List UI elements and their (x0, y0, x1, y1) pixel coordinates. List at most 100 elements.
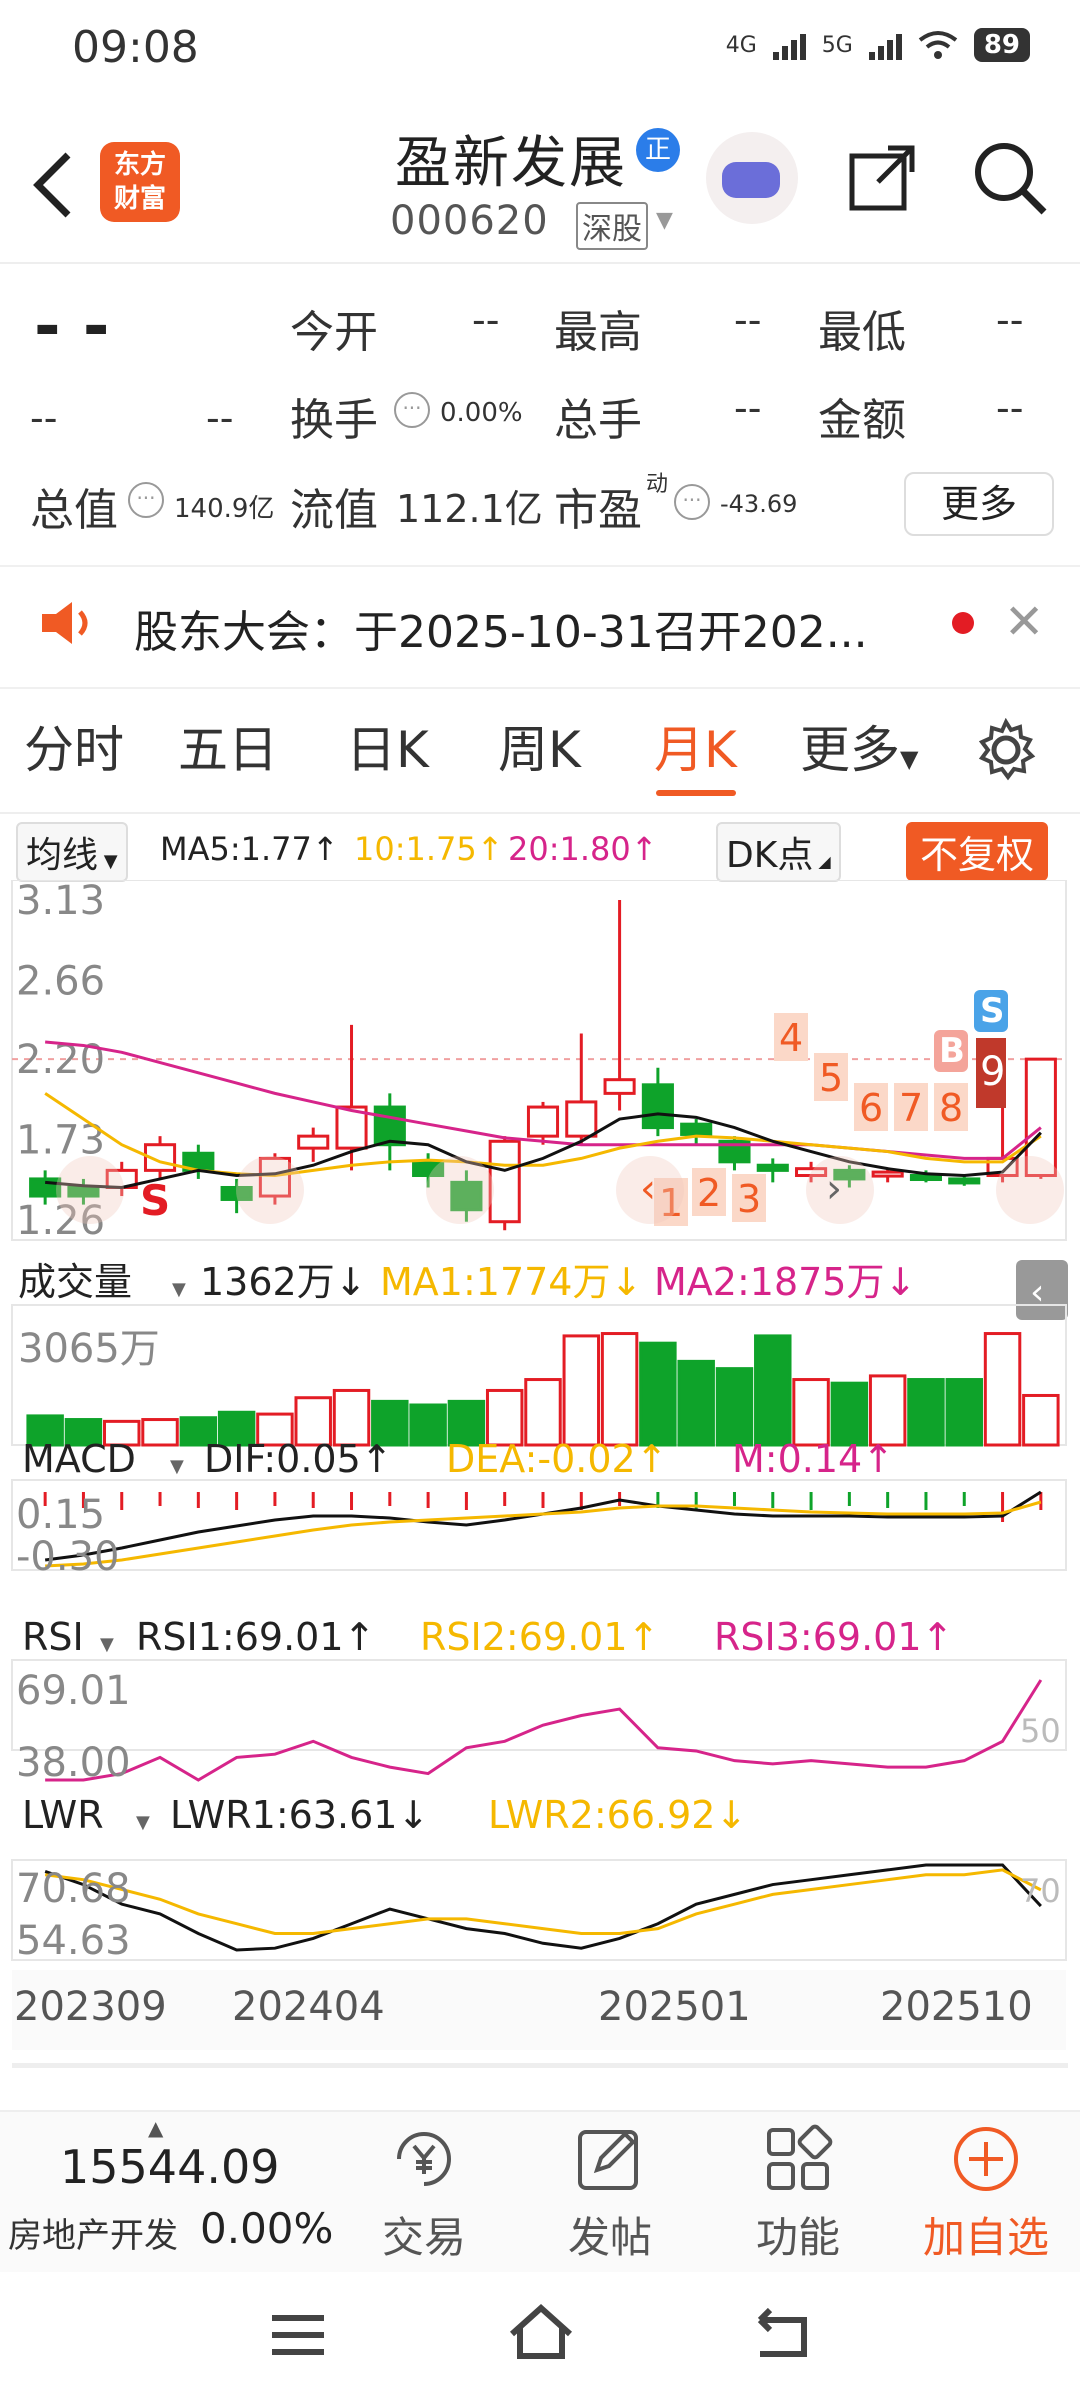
dk-point-selector[interactable]: DK点 ◢ (716, 822, 841, 882)
tab-five-day[interactable]: 五日 (178, 710, 278, 782)
td-count-label: 8 (939, 1086, 963, 1130)
settings-button[interactable] (974, 717, 1038, 782)
market-cap-label: 总值 (30, 485, 118, 536)
candle-body (948, 1177, 981, 1185)
rsi-axis-label: 69.01 (16, 1668, 131, 1714)
volume-bar (868, 1374, 907, 1447)
signal-icon (772, 30, 806, 60)
battery-level: 89 (973, 28, 1030, 62)
high-value: -- (734, 298, 762, 342)
macd-m: M:0.14↑ (732, 1437, 894, 1481)
chart-nav-circle (236, 1156, 304, 1224)
ma-selector[interactable]: 均线 ▼ (16, 822, 128, 882)
lwr2-line (44, 1868, 1042, 1936)
rsi1-value: RSI1:69.01↑ (136, 1615, 375, 1659)
float-cap-label: 流值 (290, 485, 378, 536)
volume-value: -- (734, 386, 762, 430)
tab-minute[interactable]: 分时 (24, 710, 124, 782)
td-count-label: 7 (899, 1086, 923, 1130)
search-icon (975, 143, 1047, 215)
rsi-line (45, 1679, 1043, 1782)
volume-bar (945, 1378, 983, 1447)
wifi-icon (918, 31, 958, 59)
candle-body (29, 1177, 62, 1198)
lwr-label: LWR (22, 1793, 104, 1837)
rsi2-value: RSI2:69.01↑ (420, 1615, 659, 1659)
back-arrow-icon (33, 152, 71, 218)
open-label: 今开 (290, 307, 378, 358)
back-nav-icon[interactable] (750, 2307, 814, 2366)
price-axis-label: 2.66 (16, 958, 105, 1004)
candle-body (909, 1174, 943, 1182)
speaker-icon (38, 598, 98, 652)
lwr-panel-frame (11, 1859, 1067, 1961)
nav-add-watchlist[interactable]: 加自选 (906, 2124, 1066, 2265)
low-label: 最低 (818, 307, 906, 358)
market-tag[interactable]: 深股 (576, 202, 648, 250)
macd-label: MACD (22, 1437, 136, 1481)
candle-body (641, 1083, 674, 1130)
sell-marker-s: S (140, 1176, 170, 1225)
assistant-robot-icon[interactable] (706, 132, 798, 224)
caret-down-icon: ▼ (172, 1279, 186, 1300)
network-4g: 4G (725, 32, 757, 58)
td-count-label: 2 (697, 1171, 721, 1215)
tab-weekly-k[interactable]: 周K (498, 710, 581, 782)
nav-trade[interactable]: 交易 (344, 2124, 504, 2265)
status-time: 09:08 (72, 22, 199, 73)
index-percent: 0.00% (200, 2204, 334, 2253)
turnover-value: 0.00% (440, 398, 523, 428)
lwr1-value: LWR1:63.61↓ (170, 1793, 429, 1837)
home-icon[interactable] (506, 2302, 576, 2366)
back-button[interactable] (28, 150, 78, 231)
volume-bar (792, 1378, 830, 1447)
sell-marker-s2: S (980, 991, 1005, 1031)
share-button[interactable] (848, 142, 918, 212)
rsi-panel-frame (11, 1659, 1067, 1751)
nav-function[interactable]: 功能 (718, 2124, 878, 2265)
nav-post[interactable]: 发帖 (530, 2124, 690, 2265)
td-count-label: 4 (779, 1016, 803, 1060)
last-price: - - (34, 290, 110, 364)
macd-dif: DIF:0.05↑ (204, 1437, 393, 1481)
date-axis-label: 202501 (598, 1984, 751, 2030)
scroll-track[interactable] (12, 2063, 1068, 2068)
caret-down-icon: ▼ (100, 1634, 114, 1655)
tab-daily-k[interactable]: 日K (346, 710, 429, 782)
grid-icon (767, 2124, 833, 2190)
kline-chart[interactable]: 3.132.662.201.731.26S12345678BS9‹›成交量▼13… (0, 880, 1080, 2080)
divider (0, 262, 1080, 264)
turnover-label: 换手 (290, 395, 378, 446)
caret-up-icon: ▲ (148, 2116, 164, 2140)
menu-icon[interactable] (268, 2310, 328, 2364)
date-axis-label: 202309 (14, 1984, 167, 2030)
ma5-value: MA5:1.77↑ (160, 830, 339, 868)
share-icon (849, 145, 915, 211)
caret-down-icon: ▼ (170, 1456, 184, 1477)
adjust-button[interactable]: 不复权 (906, 822, 1049, 881)
notice-text[interactable]: 股东大会：于2025-10-31召开202... (134, 596, 868, 660)
close-icon[interactable]: ✕ (1004, 594, 1044, 650)
candle-body (756, 1163, 789, 1172)
chart-nav-circle (996, 1156, 1064, 1224)
low-value: -- (996, 298, 1024, 342)
status-icons: 4G 5G 89 (726, 28, 1030, 62)
date-axis-label: 202404 (232, 1984, 385, 2030)
amount-value: -- (996, 386, 1024, 430)
info-icon[interactable]: ··· (674, 484, 710, 520)
rsi3-value: RSI3:69.01↑ (714, 1615, 953, 1659)
chevron-right-icon: › (826, 1166, 842, 1212)
rsi-axis-label: 38.00 (16, 1740, 131, 1786)
more-quote-button[interactable]: 更多 (904, 472, 1054, 536)
ma20-value: 20:1.80↑ (508, 830, 658, 868)
index-name[interactable]: 房地产开发 (8, 2208, 178, 2257)
info-icon[interactable]: ··· (394, 392, 430, 428)
lwr-axis-label: 70.68 (16, 1866, 131, 1912)
info-icon[interactable]: ··· (128, 482, 164, 518)
search-button[interactable] (970, 138, 1050, 218)
index-value[interactable]: 15544.09 (60, 2140, 280, 2194)
rsi-label: RSI (22, 1615, 84, 1659)
tab-monthly-k[interactable]: 月K (654, 710, 737, 782)
tab-more[interactable]: 更多▼ (800, 710, 918, 782)
volume-bar (409, 1403, 447, 1447)
